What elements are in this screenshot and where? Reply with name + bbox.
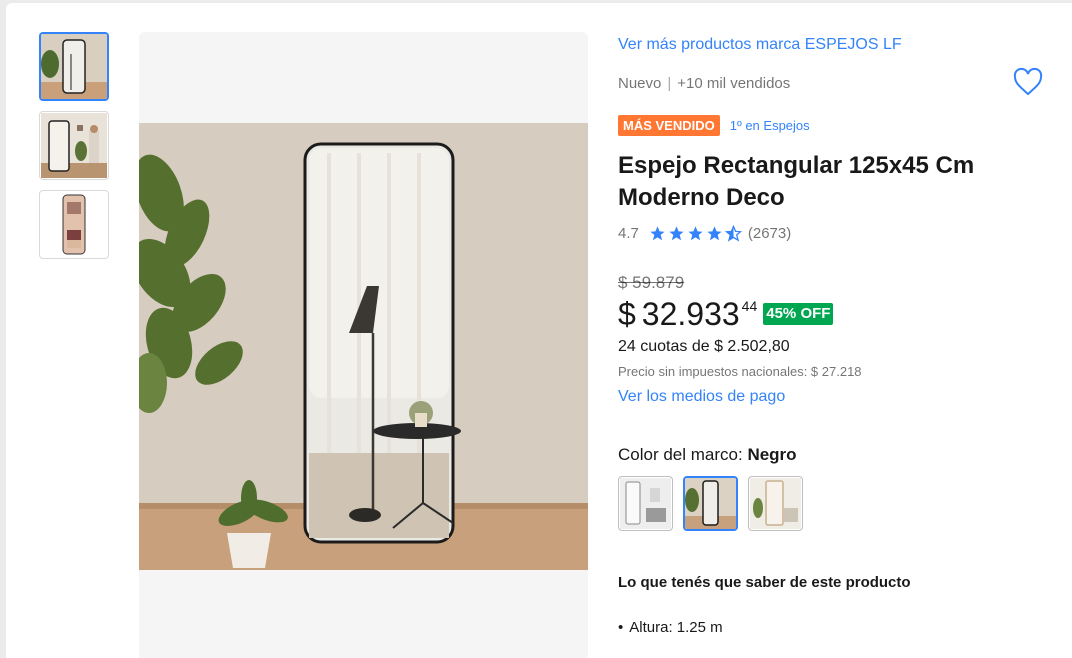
product-subtitle: Nuevo | +10 mil vendidos — [618, 75, 790, 92]
star-half-icon — [724, 225, 742, 242]
condition-label: Nuevo — [618, 75, 662, 92]
color-label-text: Color del marco: — [618, 445, 748, 464]
thumbnail-mirror-front[interactable] — [39, 32, 109, 101]
thumbnail-list — [39, 32, 109, 269]
star-icon — [650, 226, 665, 241]
color-label: Color del marco: Negro — [618, 445, 797, 465]
color-swatch-1[interactable] — [618, 476, 673, 531]
main-product-image — [139, 123, 588, 570]
rating-row[interactable]: 4.7 (2673) — [618, 225, 791, 242]
tax-note: Precio sin impuestos nacionales: $ 27.21… — [618, 364, 862, 379]
badges-row: MÁS VENDIDO 1º en Espejos — [618, 115, 810, 136]
feature-item: • Altura: 1.25 m — [618, 619, 723, 636]
discount-badge: 45% OFF — [763, 303, 834, 325]
price-amount: 32.933 — [641, 296, 740, 332]
star-icon — [688, 226, 703, 241]
product-title: Espejo Rectangular 125x45 Cm Moderno Dec… — [618, 152, 975, 211]
bullet-icon: • — [618, 619, 624, 636]
thumbnail-mirror-room[interactable] — [39, 111, 109, 180]
main-image-gallery[interactable] — [139, 32, 588, 658]
thumbnail-mirror-bedroom[interactable] — [39, 190, 109, 259]
product-card: Ver más productos marca ESPEJOS LF Nuevo… — [6, 3, 1072, 658]
brand-link[interactable]: Ver más productos marca ESPEJOS LF — [618, 36, 902, 54]
reviews-count: (2673) — [747, 225, 792, 242]
installments-text: 24 cuotas de $ 2.502,80 — [618, 338, 790, 355]
features-title: Lo que tenés que saber de este producto — [618, 574, 911, 591]
price-row: $ 32.933 44 45% OFF — [618, 295, 834, 333]
category-rank-link[interactable]: 1º en Espejos — [730, 118, 810, 133]
payment-methods-link[interactable]: Ver los medios de pago — [618, 388, 785, 406]
rating-stars — [649, 225, 742, 242]
color-value: Negro — [747, 445, 797, 464]
star-icon — [669, 226, 684, 241]
rating-value: 4.7 — [618, 225, 639, 242]
sold-count: +10 mil vendidos — [677, 75, 791, 92]
feature-text: Altura: 1.25 m — [629, 619, 723, 636]
star-icon — [707, 226, 722, 241]
price-currency: $ — [618, 296, 636, 332]
color-swatch-negro[interactable] — [683, 476, 738, 531]
original-price: $ 59.879 — [618, 273, 685, 292]
color-swatches — [618, 476, 803, 531]
price-cents: 44 — [741, 298, 758, 314]
favorite-heart-icon[interactable] — [1012, 66, 1044, 98]
separator: | — [667, 75, 672, 92]
best-seller-badge: MÁS VENDIDO — [618, 115, 720, 136]
color-swatch-3[interactable] — [748, 476, 803, 531]
